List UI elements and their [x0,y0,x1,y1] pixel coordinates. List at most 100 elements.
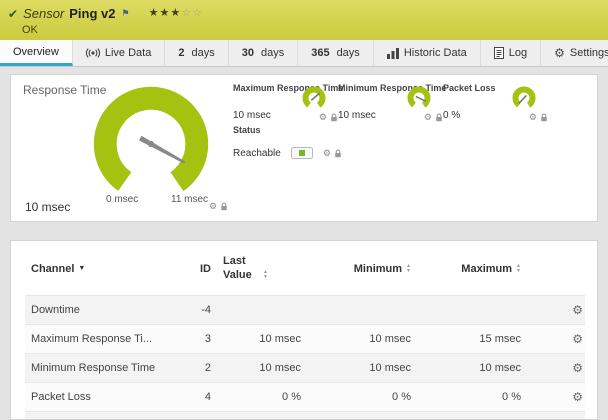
tab-label: Live Data [104,47,152,59]
column-label: Maximum [461,262,513,275]
maximum-cell [417,295,527,324]
tab-label: Log [508,47,528,59]
tab-label-unit: days [260,47,285,59]
log-icon [493,47,504,59]
tab-log[interactable]: Log [481,40,542,66]
mini-gauge-value: 10 msec [338,110,376,121]
lock-icon[interactable] [220,202,228,211]
channel-cell: Packet Loss [31,390,91,403]
last-value-cell: 0 % [282,390,301,403]
channel-cell: Maximum Response Ti... [31,332,153,345]
gear-icon[interactable]: ⚙ [529,113,537,122]
lock-icon[interactable] [435,113,443,122]
table-row[interactable]: Response Time010 msec10 msec11 msec⚙ [25,411,585,419]
star-filled-icon[interactable]: ★ [149,7,160,19]
mini-gauge-dial [302,86,326,110]
response-time-gauge [93,86,209,202]
column-header-maximum[interactable]: Maximum ▲ ▼ [417,245,527,295]
secondary-gauges: Maximum Response Time 10 msec ⚙ Minimum Res… [233,83,591,159]
table-row[interactable]: Minimum Response Time 2 10 msec 10 msec 10 m… [25,353,585,382]
lock-icon[interactable] [540,113,548,122]
lock-icon[interactable] [334,149,342,158]
table-row[interactable]: Downtime -4 ⚙ [25,295,585,324]
last-value-cell: 10 msec [259,361,301,374]
channel-settings-icon[interactable]: ⚙ [572,303,583,317]
channel-table-body: Downtime -4 ⚙ Maximum Response Ti... 3 10 mse… [25,295,585,419]
channel-table: Channel ▼ ID Last Value ▲ ▼ Minimum ▲ ▼ Maxim… [25,245,585,419]
gear-icon[interactable]: ⚙ [424,113,432,122]
mini-gauge-value: 0 % [443,110,461,121]
column-label: Channel [31,262,75,275]
sensor-kind-label: Sensor [23,6,65,21]
channel-cell: Response Time [25,411,175,419]
channel-cell: Downtime [31,303,80,316]
sort-both-icon: ▲ ▼ [406,262,411,274]
column-header-channel[interactable]: Channel ▼ [25,245,175,295]
star-empty-icon[interactable]: ☆ [192,7,203,19]
tab-label: Overview [13,45,59,58]
tab-365-days[interactable]: 365 days [298,40,374,66]
channel-settings-icon[interactable]: ⚙ [572,361,583,375]
sort-both-icon: ▲ ▼ [263,268,268,280]
gauge-scale-min-label: 0 msec [106,194,139,205]
mini-gauge-value: 10 msec [233,110,271,121]
ok-check-icon: ✔ [8,6,19,21]
minimum-cell: 10 msec [307,411,417,419]
sort-both-icon: ▲ ▼ [516,262,521,274]
tab-label-number: 365 [311,47,330,59]
gear-icon: ⚙ [554,46,565,60]
id-cell: 3 [204,332,211,345]
sort-desc-icon: ▼ [78,265,86,273]
gear-icon[interactable]: ⚙ [209,202,217,211]
gauge-needle [138,135,186,164]
maximum-cell: 15 msec [479,332,521,345]
tab-30-days[interactable]: 30 days [229,40,299,66]
last-value-cell: 10 msec [259,332,301,345]
mini-gauge-dial [407,86,431,110]
tab-bar: Overview Live Data 2 days 30 days 365 da… [0,40,608,67]
column-header-actions [527,245,585,295]
tab-settings[interactable]: ⚙ Settings [541,40,608,66]
mini-gauge-block: Maximum Response Time 10 msec ⚙ [233,83,343,123]
channel-settings-icon[interactable]: ⚙ [572,332,583,346]
star-empty-icon[interactable]: ☆ [181,7,192,19]
table-row[interactable]: Packet Loss 4 0 % 0 % 0 % ⚙ [25,382,585,411]
last-value-cell [217,295,307,324]
id-cell: -4 [201,303,211,316]
sensor-name: Ping v2 [69,6,116,21]
gear-icon[interactable]: ⚙ [319,113,327,122]
maximum-cell: 10 msec [479,361,521,374]
column-header-id[interactable]: ID [175,245,217,295]
tab-2-days[interactable]: 2 days [165,40,229,66]
column-label: ID [200,262,211,275]
status-mini-icons: ⚙ [323,148,342,158]
gear-icon[interactable]: ⚙ [323,148,331,158]
tab-label-number: 2 [178,47,185,59]
tab-overview[interactable]: Overview [0,40,73,66]
table-row[interactable]: Maximum Response Ti... 3 10 msec 10 msec 15 … [25,324,585,353]
minimum-cell: 10 msec [369,332,411,345]
tab-live-data[interactable]: Live Data [73,40,166,66]
sensor-header: ✔ Sensor Ping v2 ⚑ ★★★☆☆ OK [0,0,608,40]
tab-label-number: 30 [241,47,254,59]
channel-table-panel: Channel ▼ ID Last Value ▲ ▼ Minimum ▲ ▼ Maxim… [10,240,598,420]
column-header-minimum[interactable]: Minimum ▲ ▼ [307,245,417,295]
status-block: Status Reachable ⚙ [233,125,413,159]
column-header-last-value[interactable]: Last Value ▲ ▼ [217,245,307,295]
priority-flag-icon[interactable]: ⚑ [122,8,130,19]
live-data-icon [85,48,100,58]
channel-settings-icon[interactable]: ⚙ [572,390,583,404]
star-rating: ★★★☆☆ [149,8,203,19]
maximum-cell: 0 % [502,390,521,403]
star-filled-icon[interactable]: ★ [170,7,181,19]
historic-data-icon [386,47,399,59]
channel-cell: Minimum Response Time [31,361,156,374]
star-filled-icon[interactable]: ★ [159,7,170,19]
main-gauge-icons: ⚙ [209,202,228,211]
lock-icon[interactable] [330,113,338,122]
tab-historic-data[interactable]: Historic Data [374,40,481,66]
id-cell: 2 [204,361,211,374]
mini-gauge-dial [512,86,536,110]
mini-gauge-block: Minimum Response Time 10 msec ⚙ [338,83,446,123]
id-cell: 4 [204,390,211,403]
